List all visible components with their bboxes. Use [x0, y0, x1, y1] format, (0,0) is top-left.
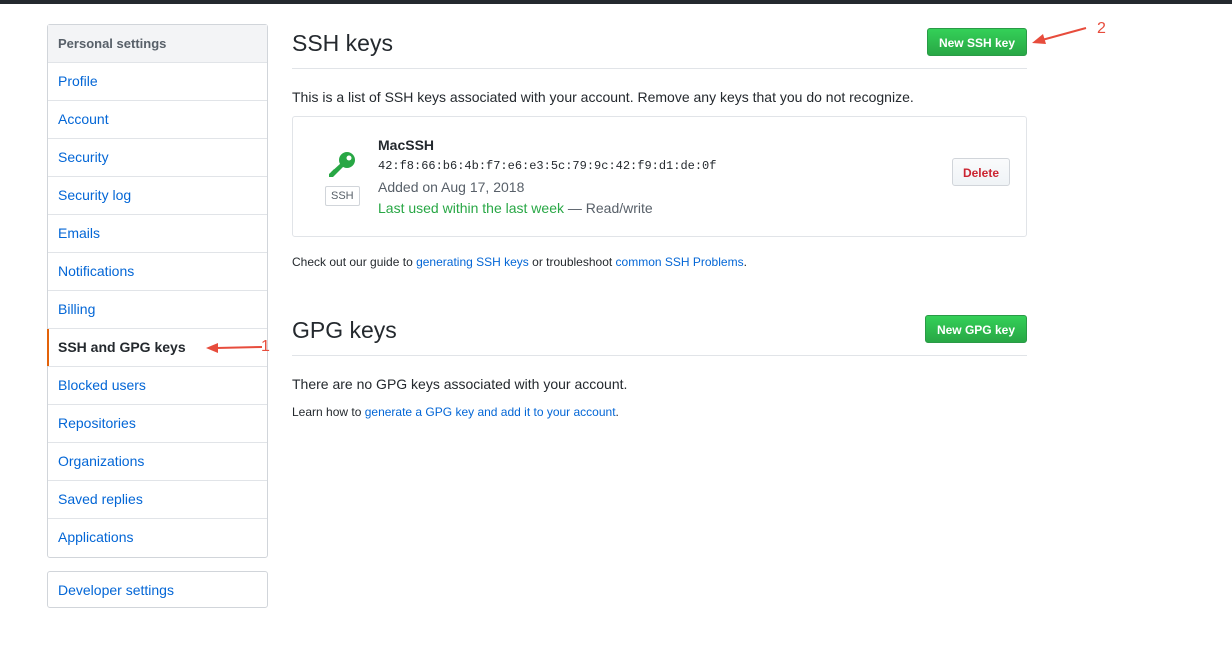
sidebar-item-applications[interactable]: Applications: [48, 519, 267, 557]
sidebar-item-notifications[interactable]: Notifications: [48, 253, 267, 291]
settings-sidebar: Personal settings Profile Account Securi…: [47, 24, 268, 558]
ssh-key-title: MacSSH: [378, 137, 435, 153]
new-gpg-key-button[interactable]: New GPG key: [924, 315, 1027, 343]
ssh-guide-suffix: .: [743, 255, 747, 269]
ssh-key-last-used: Last used within the last week — Read/wr…: [378, 200, 653, 216]
ssh-guide-text: Check out our guide to generating SSH ke…: [292, 255, 747, 269]
ssh-key-added-date: Added on Aug 17, 2018: [378, 179, 525, 195]
developer-settings-link[interactable]: Developer settings: [47, 571, 268, 608]
annotation-number-2: 2: [1097, 20, 1106, 37]
sidebar-item-billing[interactable]: Billing: [48, 291, 267, 329]
annotation-arrow-2: [1032, 27, 1087, 44]
ssh-key-item: SSH MacSSH 42:f8:66:b6:4b:f7:e6:e3:5c:79…: [292, 116, 1027, 237]
sidebar-item-security[interactable]: Security: [48, 139, 267, 177]
gpg-empty-text: There are no GPG keys associated with yo…: [292, 376, 628, 392]
ssh-guide-middle: or troubleshoot: [528, 255, 616, 269]
ssh-key-fingerprint: 42:f8:66:b6:4b:f7:e6:e3:5c:79:9c:42:f9:d…: [378, 159, 717, 173]
key-icon: [329, 152, 355, 177]
generating-ssh-keys-link[interactable]: generating SSH keys: [416, 255, 529, 269]
ssh-keys-title: SSH keys: [292, 30, 393, 56]
gpg-keys-header: GPG keys New GPG key: [292, 312, 1027, 356]
ssh-guide-prefix: Check out our guide to: [292, 255, 417, 269]
new-ssh-key-button[interactable]: New SSH key: [926, 28, 1027, 56]
gpg-learn-text: Learn how to generate a GPG key and add …: [292, 405, 619, 419]
ssh-key-access: — Read/write: [564, 200, 653, 216]
ssh-badge: SSH: [325, 186, 360, 206]
sidebar-item-repositories[interactable]: Repositories: [48, 405, 267, 443]
sidebar-item-organizations[interactable]: Organizations: [48, 443, 267, 481]
gpg-learn-prefix: Learn how to: [292, 405, 365, 419]
sidebar-item-saved-replies[interactable]: Saved replies: [48, 481, 267, 519]
generate-gpg-key-link[interactable]: generate a GPG key and add it to your ac…: [365, 405, 616, 419]
ssh-key-last-used-text: Last used within the last week: [378, 200, 564, 216]
gpg-keys-title: GPG keys: [292, 317, 397, 343]
delete-ssh-key-button[interactable]: Delete: [951, 158, 1010, 186]
gpg-learn-suffix: .: [615, 405, 619, 419]
sidebar-item-account[interactable]: Account: [48, 101, 267, 139]
sidebar-header: Personal settings: [48, 25, 267, 63]
annotation-number-1: 1: [261, 338, 270, 355]
common-ssh-problems-link[interactable]: common SSH Problems: [616, 255, 744, 269]
sidebar-item-security-log[interactable]: Security log: [48, 177, 267, 215]
sidebar-item-emails[interactable]: Emails: [48, 215, 267, 253]
ssh-description: This is a list of SSH keys associated wi…: [292, 89, 914, 105]
top-bar: [0, 0, 1232, 4]
sidebar-item-blocked-users[interactable]: Blocked users: [48, 367, 267, 405]
ssh-keys-header: SSH keys New SSH key: [292, 24, 1027, 69]
annotation-arrow-1: [206, 343, 263, 353]
sidebar-item-profile[interactable]: Profile: [48, 63, 267, 101]
